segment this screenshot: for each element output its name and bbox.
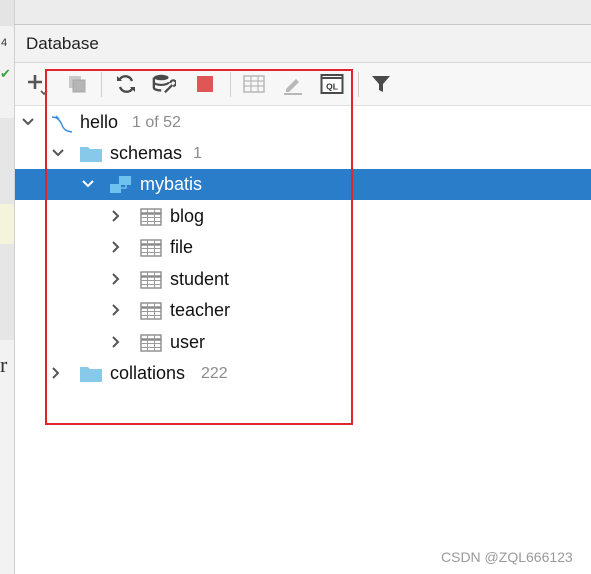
tree-node-label: user	[170, 332, 206, 352]
filter-icon[interactable]	[369, 72, 393, 96]
chevron-right-icon[interactable]	[109, 303, 123, 317]
tree-node-schema-mybatis[interactable]: mybatis	[15, 169, 591, 200]
editor-highlight	[0, 204, 14, 244]
tree-node-label: schemas	[110, 143, 183, 163]
folder-icon	[80, 145, 102, 167]
editor-gutter: 4 ✔ r	[0, 0, 15, 574]
tree-node-count: 1 of 52	[132, 114, 181, 131]
table-icon	[140, 239, 162, 262]
table-icon	[140, 271, 162, 294]
tree-node-connection[interactable]: hello 1 of 52	[15, 107, 591, 138]
chevron-right-icon[interactable]	[109, 335, 123, 349]
editor-text-fragment: r	[0, 352, 8, 377]
query-console-icon[interactable]: QL	[320, 72, 344, 96]
panel-title: Database	[26, 34, 99, 53]
table-icon	[140, 208, 162, 231]
chevron-right-icon[interactable]	[109, 272, 123, 286]
tree-node-table[interactable]: file	[15, 232, 591, 263]
table-icon	[140, 334, 162, 357]
tree-node-count: 1	[193, 145, 202, 162]
chevron-down-icon[interactable]	[81, 177, 95, 191]
tree-node-collations[interactable]: collations 222	[15, 358, 591, 389]
table-view-icon[interactable]	[242, 72, 266, 96]
table-icon	[140, 302, 162, 325]
database-panel-header: Database	[15, 25, 591, 63]
toolbar-separator	[230, 72, 231, 97]
chevron-down-icon[interactable]	[51, 146, 65, 160]
duplicate-icon[interactable]	[65, 72, 89, 96]
tree-node-table[interactable]: student	[15, 264, 591, 295]
tree-node-count: 222	[201, 365, 228, 382]
schema-icon	[110, 176, 132, 199]
tree-node-label: hello	[80, 112, 119, 132]
tree-node-label: collations	[110, 363, 186, 383]
tree-node-label: student	[170, 269, 230, 289]
chevron-right-icon[interactable]	[109, 240, 123, 254]
refresh-icon[interactable]	[114, 72, 138, 96]
mysql-icon	[50, 114, 76, 139]
database-toolbar: QL	[15, 63, 591, 106]
check-icon: ✔	[0, 66, 11, 81]
editor-tab-strip	[0, 0, 14, 26]
watermark: CSDN @ZQL666123	[441, 549, 573, 565]
folder-icon	[80, 365, 102, 387]
window-top-bar	[15, 0, 591, 25]
data-source-properties-icon[interactable]	[152, 72, 176, 96]
tree-node-table[interactable]: blog	[15, 201, 591, 232]
tree-node-label: file	[170, 237, 194, 257]
tree-node-label: blog	[170, 206, 205, 226]
chevron-right-icon[interactable]	[109, 209, 123, 223]
stop-icon[interactable]	[193, 72, 217, 96]
line-number: 4	[1, 37, 8, 49]
add-icon[interactable]	[25, 72, 49, 96]
edit-icon[interactable]	[281, 72, 305, 96]
tree-node-table[interactable]: user	[15, 327, 591, 358]
chevron-right-icon[interactable]	[49, 366, 63, 380]
chevron-down-icon[interactable]	[21, 115, 35, 129]
tree-node-schemas[interactable]: schemas 1	[15, 138, 591, 169]
tree-node-label: mybatis	[140, 174, 203, 194]
tree-node-label: teacher	[170, 300, 231, 320]
toolbar-separator	[358, 72, 359, 97]
tree-node-table[interactable]: teacher	[15, 295, 591, 326]
toolbar-separator	[101, 72, 102, 97]
query-console-glyph: QL	[326, 82, 338, 92]
